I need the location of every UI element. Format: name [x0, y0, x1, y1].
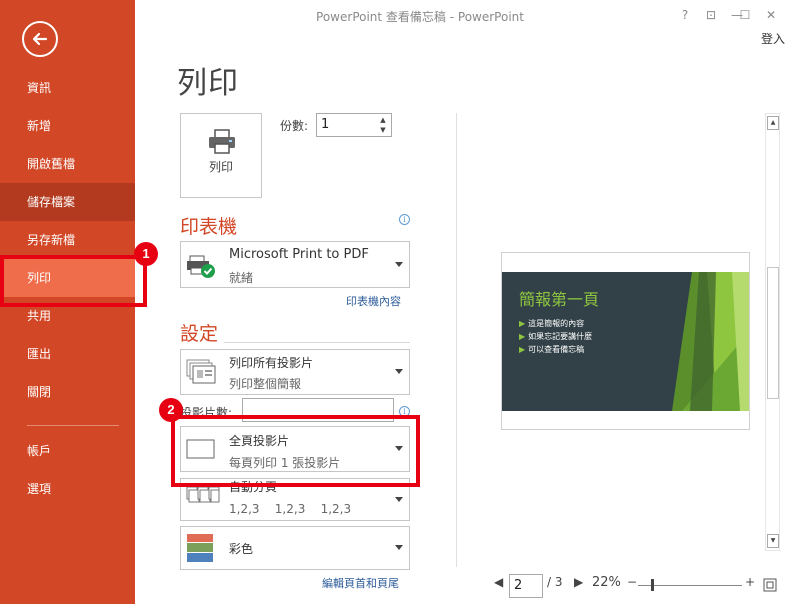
sign-in-link[interactable]: 登入 — [761, 30, 785, 47]
zoom-slider-thumb[interactable] — [651, 579, 654, 591]
sidebar-item-options[interactable]: 選項 — [0, 470, 135, 508]
zoom-to-page-icon[interactable] — [763, 578, 777, 592]
slide-bullet-text: 如果忘記要講什麼 — [528, 332, 593, 341]
printer-ready-icon — [187, 255, 215, 278]
help-button[interactable]: ? — [675, 6, 695, 24]
sidebar-item-close[interactable]: 關閉 — [0, 373, 135, 411]
color-dropdown[interactable]: 彩色 — [180, 526, 410, 570]
slide-bullet: ▶ 可以查看備忘稿 — [519, 345, 585, 354]
sidebar-divider — [27, 425, 119, 426]
collation-sub: 1,2,3 1,2,3 1,2,3 — [229, 502, 352, 516]
collated-icon — [186, 486, 220, 502]
spin-down-icon[interactable]: ▼ — [377, 125, 389, 135]
highlight-box-print-nav — [0, 255, 147, 307]
printer-status: 就緒 — [229, 271, 254, 285]
copies-label: 份數: — [280, 119, 309, 133]
sidebar-item-export[interactable]: 匯出 — [0, 335, 135, 373]
page-title: 列印 — [177, 66, 239, 101]
ribbon-display-button[interactable]: ⊡ — [701, 6, 721, 24]
zoom-out-button[interactable]: − — [627, 575, 637, 589]
printer-name: Microsoft Print to PDF — [229, 247, 369, 262]
sidebar-item-info[interactable]: 資訊 — [0, 69, 135, 107]
page-total: / 3 — [547, 575, 563, 589]
maximize-button[interactable]: ☐ — [735, 6, 755, 24]
sidebar-item-new[interactable]: 新增 — [0, 107, 135, 145]
copies-input[interactable]: 1 — [321, 117, 371, 132]
slide-bullet-text: 這是簡報的內容 — [528, 319, 585, 328]
step-badge-2: 2 — [159, 398, 183, 422]
sidebar-item-save-as[interactable]: 另存新檔 — [0, 221, 135, 259]
zoom-level[interactable]: 22% — [592, 575, 621, 590]
printer-heading: 印表機 — [180, 216, 238, 238]
scroll-down-icon[interactable]: ▼ — [767, 534, 779, 548]
sidebar-item-save[interactable]: 儲存檔案 — [0, 183, 135, 221]
sidebar-item-open[interactable]: 開啟舊檔 — [0, 145, 135, 183]
zoom-in-button[interactable]: + — [745, 575, 755, 589]
slide-range-dropdown[interactable]: 列印所有投影片 列印整個簡報 — [180, 349, 410, 395]
slide-range-main: 列印所有投影片 — [229, 356, 314, 370]
slide-title: 簡報第一頁 — [519, 290, 600, 309]
spin-up-icon[interactable]: ▲ — [377, 115, 389, 125]
settings-divider — [224, 342, 410, 343]
print-button[interactable]: 列印 — [180, 113, 262, 198]
chevron-down-icon — [395, 496, 403, 502]
next-page-icon[interactable]: ▶ — [574, 575, 583, 589]
print-preview-page: 簡報第一頁 ▶ 這是簡報的內容 ▶ 如果忘記要講什麼 ▶ 可以查看備忘稿 — [501, 252, 750, 430]
header-footer-link[interactable]: 編輯頁首和頁尾 — [322, 575, 399, 591]
settings-heading: 設定 — [180, 323, 219, 345]
info-icon[interactable]: i — [399, 214, 410, 225]
window-title: PowerPoint 查看備忘稿 - PowerPoint — [316, 10, 524, 24]
printer-icon — [209, 129, 235, 154]
printer-dropdown[interactable]: Microsoft Print to PDF 就緒 — [180, 241, 410, 288]
copies-field[interactable]: 1 ▲ ▼ — [316, 113, 392, 137]
title-bar: PowerPoint 查看備忘稿 - PowerPoint ? ⊡ — ☐ ✕ — [135, 0, 787, 30]
scroll-up-icon[interactable]: ▲ — [767, 116, 779, 130]
color-main: 彩色 — [229, 542, 254, 556]
back-button[interactable] — [22, 21, 58, 57]
preview-scrollbar[interactable]: ▲ ▼ — [765, 113, 780, 551]
slide-bullet: ▶ 如果忘記要講什麼 — [519, 332, 593, 341]
close-button[interactable]: ✕ — [761, 6, 781, 24]
highlight-box-layout — [171, 415, 420, 487]
back-arrow-icon — [32, 32, 48, 46]
slide-bullet: ▶ 這是簡報的內容 — [519, 319, 585, 328]
page-number-input[interactable]: 2 — [509, 574, 543, 598]
all-slides-icon — [186, 359, 216, 384]
slide-range-sub: 列印整個簡報 — [229, 377, 302, 391]
previous-page-icon[interactable]: ◀ — [494, 575, 503, 589]
slide-bullet-text: 可以查看備忘稿 — [528, 345, 585, 354]
chevron-down-icon — [395, 261, 403, 267]
chevron-down-icon — [395, 545, 403, 550]
slide-thumbnail: 簡報第一頁 ▶ 這是簡報的內容 ▶ 如果忘記要講什麼 ▶ 可以查看備忘稿 — [502, 272, 749, 411]
print-button-label: 列印 — [208, 160, 233, 174]
printer-properties-link[interactable]: 印表機內容 — [346, 293, 401, 309]
scrollbar-thumb[interactable] — [767, 267, 779, 399]
pane-divider — [456, 113, 457, 567]
sidebar-item-account[interactable]: 帳戶 — [0, 432, 135, 470]
color-icon — [187, 534, 213, 562]
step-badge-1: 1 — [134, 242, 158, 266]
chevron-down-icon — [395, 369, 403, 374]
